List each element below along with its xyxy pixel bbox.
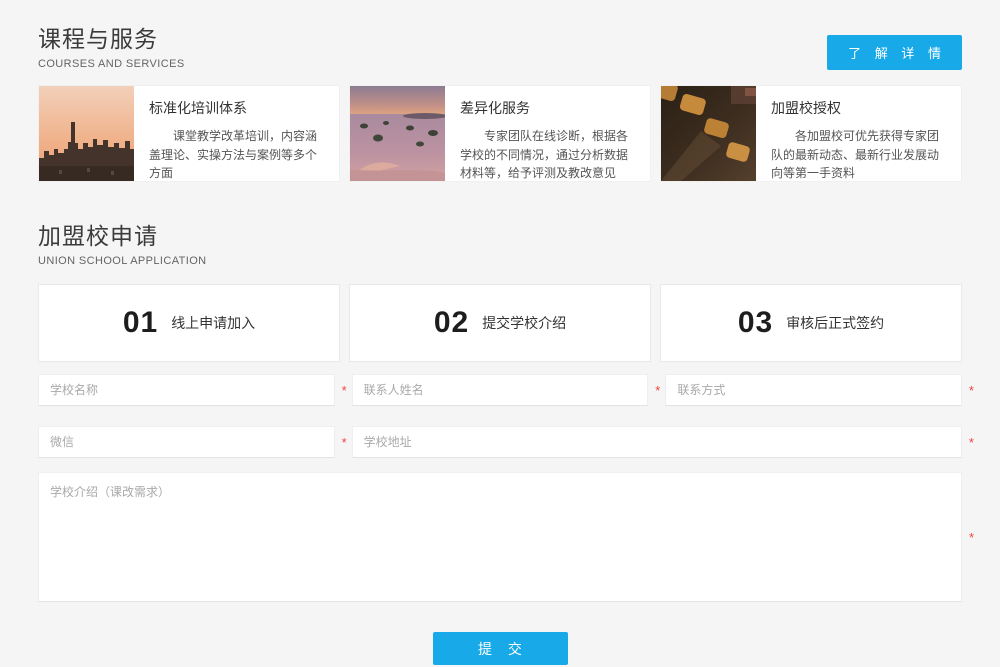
courses-section-header: 课程与服务 COURSES AND SERVICES 了 解 详 情 <box>38 20 962 70</box>
application-steps-row: 01 线上申请加入 02 提交学校介绍 03 审核后正式签约 <box>38 284 962 362</box>
service-card-body: 加盟校授权 各加盟校可优先获得专家团队的最新动态、最新行业发展动向等第一手资料 <box>756 86 961 181</box>
application-section-subtitle: UNION SCHOOL APPLICATION <box>38 255 207 267</box>
form-fields-grid: * * * * * <box>38 374 962 458</box>
required-marker: * <box>969 436 974 449</box>
page-container: 课程与服务 COURSES AND SERVICES 了 解 详 情 <box>38 0 962 665</box>
step-apply-online: 01 线上申请加入 <box>38 284 340 362</box>
service-card-title: 标准化培训体系 <box>149 98 327 118</box>
step-submit-intro: 02 提交学校介绍 <box>349 284 651 362</box>
service-card-desc: 专家团队在线诊断，根据各学校的不同情况，通过分析数据材料等，给予评测及教改意见 <box>460 127 638 182</box>
submit-button[interactable]: 提 交 <box>433 632 568 665</box>
wechat-input[interactable] <box>38 426 335 458</box>
service-card-authorization: 加盟校授权 各加盟校可优先获得专家团队的最新动态、最新行业发展动向等第一手资料 <box>660 85 962 182</box>
school-name-input[interactable] <box>38 374 335 406</box>
application-form: * * * * * * 提 交 <box>38 374 962 665</box>
field-school-intro: * <box>38 472 962 602</box>
step-sign-contract: 03 审核后正式签约 <box>660 284 962 362</box>
required-marker: * <box>969 384 974 397</box>
service-card-training: 标准化培训体系 课堂教学改革培训，内容涵盖理论、实操方法与案例等多个方面 <box>38 85 340 182</box>
field-school-name: * <box>38 374 335 406</box>
step-label: 线上申请加入 <box>171 313 255 333</box>
learn-more-button[interactable]: 了 解 详 情 <box>827 35 962 70</box>
field-wechat: * <box>38 426 335 458</box>
service-cards-row: 标准化培训体系 课堂教学改革培训，内容涵盖理论、实操方法与案例等多个方面 <box>38 85 962 182</box>
desert-dusk-image <box>350 86 445 181</box>
application-section-title: 加盟校申请 <box>38 217 207 251</box>
step-label: 提交学校介绍 <box>482 313 566 333</box>
service-card-title: 差异化服务 <box>460 98 638 118</box>
step-number: 01 <box>123 306 158 340</box>
contact-name-input[interactable] <box>352 374 649 406</box>
required-marker: * <box>655 384 660 397</box>
service-card-differentiated: 差异化服务 专家团队在线诊断，根据各学校的不同情况，通过分析数据材料等，给予评测… <box>349 85 651 182</box>
field-contact-phone: * <box>665 374 962 406</box>
service-card-title: 加盟校授权 <box>771 98 949 118</box>
city-sunset-image <box>39 86 134 181</box>
step-number: 02 <box>434 306 469 340</box>
application-title-block: 加盟校申请 UNION SCHOOL APPLICATION <box>38 217 207 267</box>
step-label: 审核后正式签约 <box>786 313 884 333</box>
field-school-address: * <box>352 426 962 458</box>
step-number: 03 <box>738 306 773 340</box>
contact-phone-input[interactable] <box>665 374 962 406</box>
service-card-desc: 课堂教学改革培训，内容涵盖理论、实操方法与案例等多个方面 <box>149 127 327 182</box>
application-section-header: 加盟校申请 UNION SCHOOL APPLICATION <box>38 217 962 267</box>
courses-title-block: 课程与服务 COURSES AND SERVICES <box>38 20 185 70</box>
required-marker: * <box>969 531 974 544</box>
courses-section-title: 课程与服务 <box>38 20 185 54</box>
school-intro-textarea[interactable] <box>38 472 962 602</box>
required-marker: * <box>342 436 347 449</box>
service-card-body: 差异化服务 专家团队在线诊断，根据各学校的不同情况，通过分析数据材料等，给予评测… <box>445 86 650 181</box>
courses-section-subtitle: COURSES AND SERVICES <box>38 58 185 70</box>
school-address-input[interactable] <box>352 426 962 458</box>
film-strip-image <box>661 86 756 181</box>
required-marker: * <box>342 384 347 397</box>
service-card-body: 标准化培训体系 课堂教学改革培训，内容涵盖理论、实操方法与案例等多个方面 <box>134 86 339 181</box>
field-contact-name: * <box>352 374 649 406</box>
service-card-desc: 各加盟校可优先获得专家团队的最新动态、最新行业发展动向等第一手资料 <box>771 127 949 182</box>
